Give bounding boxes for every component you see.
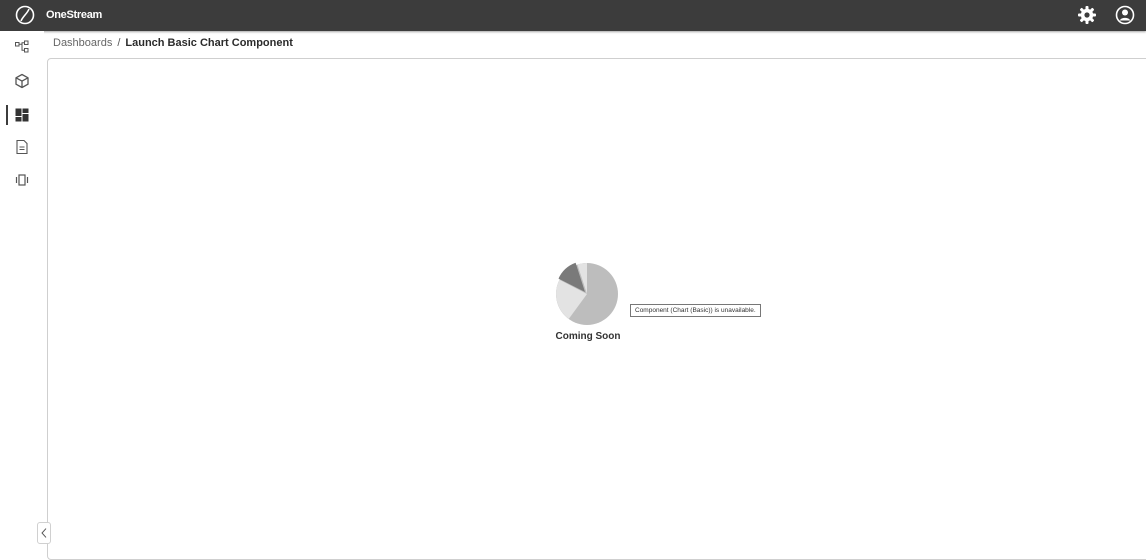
collapse-rail-button[interactable] xyxy=(37,522,51,544)
rail-item-cube[interactable] xyxy=(0,66,44,96)
breadcrumb-separator: / xyxy=(117,37,121,49)
breadcrumb-dashboards-link[interactable]: Dashboards xyxy=(53,37,112,49)
dashboard-icon xyxy=(15,108,29,122)
pie-chart-icon xyxy=(556,262,618,325)
rail-item-hierarchy[interactable] xyxy=(0,32,44,62)
settings-button[interactable] xyxy=(1076,4,1098,26)
rail-item-dashboards[interactable] xyxy=(0,100,44,130)
carousel-icon xyxy=(15,174,29,186)
hierarchy-icon xyxy=(15,40,29,53)
onestream-logo-icon[interactable] xyxy=(14,4,36,26)
top-bar: OneStream xyxy=(0,0,1146,31)
rail-item-carousel[interactable] xyxy=(0,165,44,195)
cube-icon xyxy=(15,73,29,89)
user-menu-button[interactable] xyxy=(1114,4,1136,26)
user-avatar-icon xyxy=(1115,5,1135,25)
gear-icon xyxy=(1078,6,1096,24)
component-unavailable-message: Component (Chart (Basic)) is unavailable… xyxy=(630,304,761,317)
rail-item-documents[interactable] xyxy=(0,132,44,162)
left-nav-rail xyxy=(0,31,44,546)
chevron-left-icon xyxy=(41,528,47,538)
coming-soon-label: Coming Soon xyxy=(555,331,621,342)
breadcrumb: Dashboards / Launch Basic Chart Component xyxy=(53,37,293,49)
document-icon xyxy=(16,139,28,155)
breadcrumb-current-page: Launch Basic Chart Component xyxy=(125,37,293,49)
app-title: OneStream xyxy=(46,9,102,21)
